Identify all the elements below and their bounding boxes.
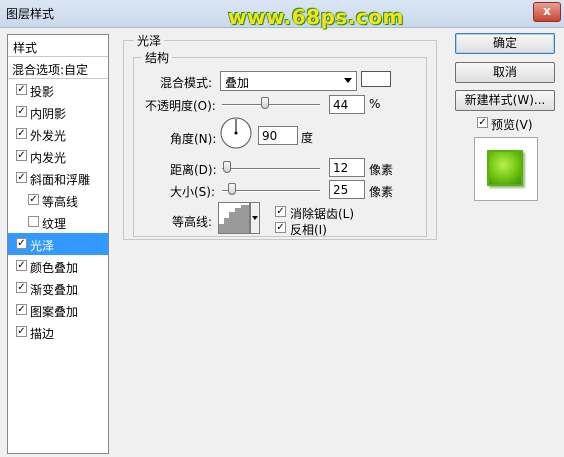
style-item-label: 颜色叠加 — [30, 261, 79, 275]
distance-value: 12 — [333, 161, 349, 175]
opacity-input[interactable]: 44 — [329, 95, 365, 114]
style-item-checkbox[interactable]: ✓ — [16, 128, 27, 139]
styles-header[interactable]: 样式 — [8, 35, 108, 57]
new-style-button[interactable]: 新建样式(W)... — [455, 90, 555, 111]
blend-options-label: 混合选项:自定 — [12, 63, 89, 77]
angle-unit: 度 — [301, 131, 314, 145]
blend-mode-label: 混合模式: — [160, 76, 213, 90]
invert-label: 反相(I) — [290, 223, 327, 237]
style-item[interactable]: ✓ 等高线 — [8, 189, 108, 211]
style-item-label: 投影 — [30, 85, 55, 99]
size-input[interactable]: 25 — [329, 180, 365, 199]
style-item[interactable]: ✓ 颜色叠加 — [8, 255, 108, 277]
angle-label: 角度(N): — [170, 132, 217, 146]
style-item[interactable]: ✓ 渐变叠加 — [8, 277, 108, 299]
anti-alias-label: 消除锯齿(L) — [290, 207, 355, 221]
style-item[interactable]: ✓ 投影 — [8, 79, 108, 101]
style-item[interactable]: ✓ 图案叠加 — [8, 299, 108, 321]
style-item-label: 纹理 — [42, 217, 67, 231]
blend-mode-select[interactable]: 叠加 — [220, 71, 357, 91]
style-item[interactable]: ✓ 内发光 — [8, 145, 108, 167]
preview-label: 预览(V) — [491, 118, 533, 132]
angle-value: 90 — [262, 129, 278, 143]
blend-mode-value: 叠加 — [225, 76, 250, 90]
style-item-checkbox[interactable]: ✓ — [16, 304, 27, 315]
style-item-checkbox[interactable]: ✓ — [16, 84, 27, 95]
style-item-label: 外发光 — [30, 129, 67, 143]
satin-color-swatch[interactable] — [361, 71, 391, 87]
opacity-value: 44 — [333, 98, 349, 112]
style-item-label: 等高线 — [42, 195, 79, 209]
style-item[interactable]: 纹理 — [8, 211, 108, 233]
size-slider-thumb[interactable] — [227, 183, 236, 195]
cancel-button[interactable]: 取消 — [455, 62, 555, 83]
distance-label: 距离(D): — [170, 163, 217, 177]
style-item-checkbox[interactable]: ✓ — [28, 194, 39, 205]
opacity-label: 不透明度(O): — [145, 99, 216, 113]
angle-input[interactable]: 90 — [258, 126, 298, 145]
distance-input[interactable]: 12 — [329, 158, 365, 177]
style-item-checkbox[interactable]: ✓ — [16, 260, 27, 271]
size-value: 25 — [333, 183, 349, 197]
style-item[interactable]: ✓ 外发光 — [8, 123, 108, 145]
opacity-slider-thumb[interactable] — [261, 97, 270, 109]
opacity-slider-track[interactable] — [222, 104, 320, 106]
size-unit: 像素 — [369, 185, 394, 199]
ok-button[interactable]: 确定 — [455, 33, 555, 54]
style-item-checkbox[interactable]: ✓ — [16, 326, 27, 337]
style-item-checkbox[interactable]: ✓ — [16, 150, 27, 161]
angle-dial[interactable] — [219, 116, 253, 150]
preview-checkbox[interactable]: ✓ — [477, 117, 488, 128]
style-item-label: 内发光 — [30, 151, 67, 165]
style-item-checkbox[interactable]: ✓ — [16, 106, 27, 117]
style-item-checkbox[interactable]: ✓ — [16, 238, 27, 249]
contour-label: 等高线: — [172, 215, 213, 229]
style-item[interactable]: ✓ 描边 — [8, 321, 108, 343]
style-item-checkbox[interactable] — [28, 216, 39, 227]
anti-alias-checkbox[interactable]: ✓ — [275, 206, 286, 217]
size-slider-track[interactable] — [222, 190, 320, 192]
contour-picker[interactable] — [218, 202, 260, 235]
watermark: www.68ps.com — [228, 5, 404, 29]
chevron-down-icon — [344, 78, 352, 83]
size-label: 大小(S): — [170, 185, 216, 199]
style-item[interactable]: ✓ 斜面和浮雕 — [8, 167, 108, 189]
distance-slider-thumb[interactable] — [222, 161, 231, 173]
style-item-label: 图案叠加 — [30, 305, 79, 319]
style-item[interactable]: ✓ 光泽 — [8, 233, 108, 255]
style-item-label: 描边 — [30, 327, 55, 341]
preview-thumbnail — [487, 150, 523, 186]
invert-checkbox[interactable]: ✓ — [275, 222, 286, 233]
style-item-label: 光泽 — [30, 239, 55, 253]
style-item-label: 斜面和浮雕 — [30, 173, 91, 187]
style-item[interactable]: ✓ 内阴影 — [8, 101, 108, 123]
style-item-checkbox[interactable]: ✓ — [16, 172, 27, 183]
blend-options-item[interactable]: 混合选项:自定 — [8, 57, 108, 79]
style-preview — [474, 137, 538, 201]
distance-slider-track[interactable] — [222, 168, 320, 170]
window-title: 图层样式 — [6, 7, 55, 21]
satin-group-title: 光泽 — [134, 32, 165, 49]
opacity-unit: % — [369, 97, 381, 111]
structure-group-title: 结构 — [142, 49, 173, 66]
style-item-checkbox[interactable]: ✓ — [16, 282, 27, 293]
style-item-label: 渐变叠加 — [30, 283, 79, 297]
distance-unit: 像素 — [369, 163, 394, 177]
close-button[interactable]: x — [533, 2, 561, 22]
style-item-label: 内阴影 — [30, 107, 67, 121]
styles-list: 样式 混合选项:自定 ✓ 投影 ✓ 内阴影 ✓ 外发光 ✓ 内发光 ✓ 斜面和浮雕 ✓ 等高线 纹理 ✓ 光… — [7, 34, 109, 454]
styles-header-label: 样式 — [13, 41, 38, 55]
